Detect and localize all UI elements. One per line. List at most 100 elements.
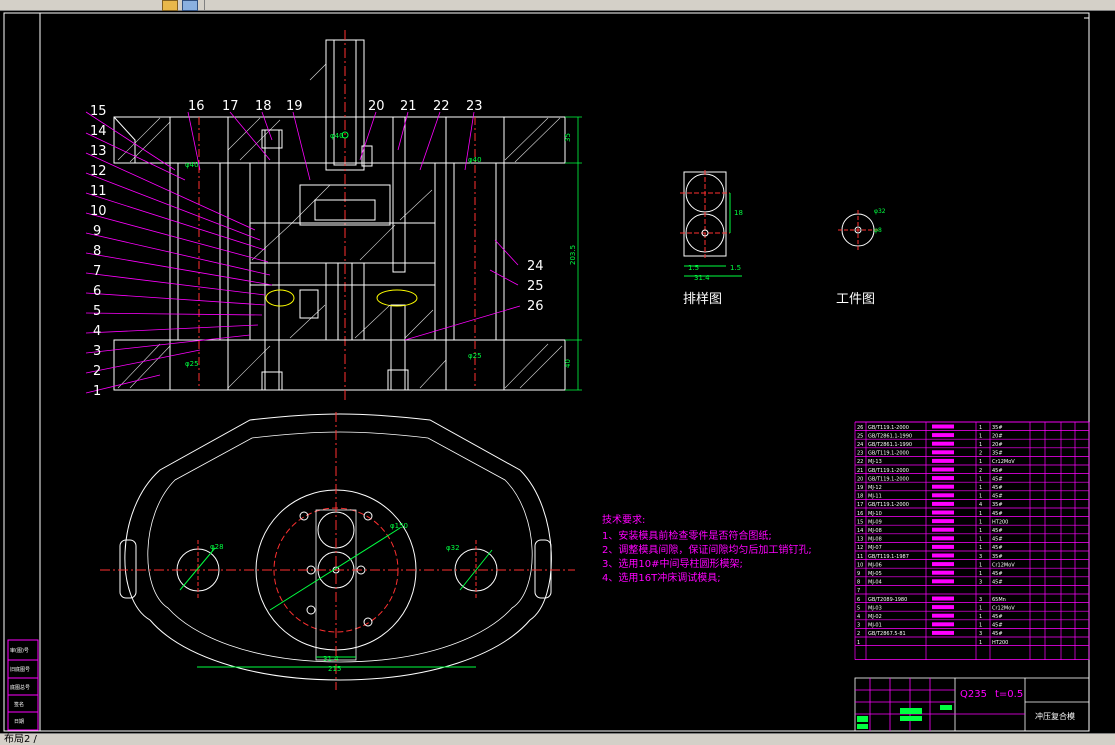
bom-qty: 1 <box>979 537 982 543</box>
bom-code: GB/T119.1-2000 <box>868 425 909 431</box>
bom-name-mark <box>932 544 954 549</box>
drawing-name: 冲压复合模 <box>1035 711 1075 721</box>
bom-qty: 3 <box>979 597 982 603</box>
bom-qty: 1 <box>979 433 982 439</box>
bom-code: MJ-09 <box>868 519 882 525</box>
bom-name-mark <box>932 510 954 515</box>
svg-text:18: 18 <box>734 209 743 217</box>
layout-tab-bar: 布局2 / <box>0 733 1115 745</box>
layers-icon[interactable] <box>182 0 198 11</box>
part-number: 1 <box>93 384 101 399</box>
bom-no: 6 <box>857 597 860 603</box>
part-number: 4 <box>93 324 101 339</box>
part-number: 20 <box>368 99 385 114</box>
part-number: 6 <box>93 284 101 299</box>
part-number: 16 <box>188 99 205 114</box>
bom-code: MJ-03 <box>868 605 882 611</box>
bom-name-mark <box>932 596 954 601</box>
bom-qty: 1 <box>979 494 982 500</box>
bom-name-mark <box>932 630 954 635</box>
svg-text:1.5: 1.5 <box>730 264 741 272</box>
bom-material: 45# <box>992 631 1003 637</box>
part-number: 15 <box>90 104 107 119</box>
bom-qty: 1 <box>979 442 982 448</box>
bom-qty: 1 <box>979 459 982 465</box>
bom-material: 45# <box>992 537 1003 543</box>
bom-no: 14 <box>857 528 863 534</box>
folder-icon[interactable] <box>162 0 178 11</box>
svg-text:φ32: φ32 <box>874 208 886 215</box>
part-number: 23 <box>466 99 483 114</box>
bom-no: 26 <box>857 425 863 431</box>
bom-name-mark <box>932 579 954 584</box>
material-text: Q235 <box>960 689 987 700</box>
strip-layout-drawing <box>680 170 742 277</box>
bom-qty: 2 <box>979 468 982 474</box>
strip-label: 签名 <box>14 701 24 708</box>
bom-name-mark <box>932 424 954 429</box>
bom-code: GB/T2861.1-1990 <box>868 433 912 439</box>
part-number: 3 <box>93 344 101 359</box>
svg-text:φ8: φ8 <box>874 227 882 234</box>
bom-name-mark <box>932 570 954 575</box>
svg-text:φ28: φ28 <box>210 543 224 551</box>
bom-material: 35# <box>992 425 1003 431</box>
bom-no: 12 <box>857 545 863 551</box>
svg-text:31.4: 31.4 <box>323 655 339 663</box>
bom-qty: 1 <box>979 519 982 525</box>
tech-requirements: 技术要求: 1、安装模具前检查零件是否符合图纸; 2、调整模具间隙，保证间隙均匀… <box>602 513 812 584</box>
dim-bore: φ25 <box>185 360 199 368</box>
strip-label: 日期 <box>14 719 24 725</box>
bom-qty: 1 <box>979 476 982 482</box>
bom-code: MJ-08 <box>868 537 882 543</box>
part-number: 5 <box>93 304 101 319</box>
bom-qty: 1 <box>979 562 982 568</box>
bom-name-mark <box>932 458 954 463</box>
leader-lines <box>85 111 521 394</box>
bom-material: 65Mn <box>992 597 1006 603</box>
bom-code: MJ-11 <box>868 494 882 500</box>
bom-name-mark <box>932 562 954 567</box>
bom-no: 18 <box>857 494 863 500</box>
title-block <box>854 677 1090 732</box>
tab-layout2[interactable]: 布局2 / <box>4 734 37 745</box>
bom-qty: 3 <box>979 554 982 560</box>
toolbar-separator <box>204 0 205 10</box>
bom-no: 22 <box>857 459 863 465</box>
bom-qty: 1 <box>979 485 982 491</box>
bom-code: MJ-01 <box>868 623 882 629</box>
section-view <box>113 30 566 400</box>
part-number: 14 <box>90 124 107 139</box>
bom-no: 8 <box>857 580 860 586</box>
layout-caption: 排样图 <box>683 292 722 307</box>
bom-code: GB/T2089-1980 <box>868 597 907 603</box>
tech-line: 2、调整模具间隙，保证间隙均匀后加工销钉孔; <box>602 543 812 556</box>
cad-drawing-canvas[interactable]: 审(图)号 旧底图号 底图总号 签名 日期 15 14 13 12 11 10 … <box>0 11 1115 733</box>
bom-name-mark <box>932 527 954 532</box>
bom-code: GB/T119.1-2000 <box>868 451 909 457</box>
dim-center: φ40 <box>330 132 344 140</box>
bom-no: 5 <box>857 605 860 611</box>
bom-code: MJ-05 <box>868 571 882 577</box>
bom-name-mark <box>932 467 954 472</box>
dim-bore: φ40 <box>468 156 482 164</box>
svg-text:φ32: φ32 <box>446 544 460 552</box>
bom-material: 45# <box>992 476 1003 482</box>
bom-material: 35# <box>992 451 1003 457</box>
bom-code: MJ-07 <box>868 545 882 551</box>
bom-name-mark <box>932 622 954 627</box>
bom-code: MJ-04 <box>868 580 882 586</box>
bom-name-mark <box>932 433 954 438</box>
bom-no: 20 <box>857 476 863 482</box>
bom-no: 24 <box>857 442 863 448</box>
workpiece-drawing <box>838 210 878 250</box>
svg-text:215: 215 <box>328 665 341 673</box>
bom-no: 3 <box>857 623 860 629</box>
part-number: 19 <box>286 99 303 114</box>
bom-name-mark <box>932 476 954 481</box>
part-number: 8 <box>93 244 101 259</box>
strip-label: 审(图)号 <box>10 647 29 654</box>
part-number: 22 <box>433 99 450 114</box>
bom-material: 45# <box>992 545 1003 551</box>
bom-material: 45# <box>992 528 1003 534</box>
